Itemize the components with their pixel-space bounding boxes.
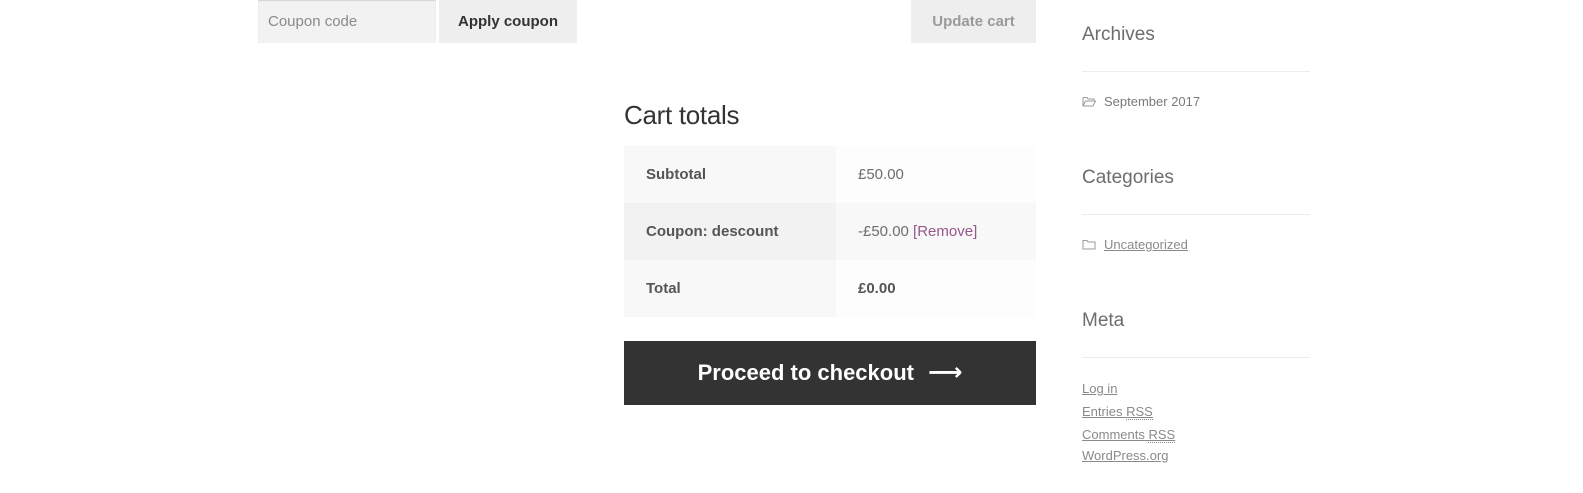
update-cart-button[interactable]: Update cart (911, 0, 1036, 43)
coupon-code-input[interactable] (258, 0, 436, 43)
subtotal-value: £50.00 (836, 146, 1036, 203)
meta-divider (1082, 357, 1310, 358)
total-value: £0.00 (858, 280, 896, 297)
checkout-label: Proceed to checkout (697, 360, 914, 385)
total-label: Total (624, 260, 836, 317)
remove-coupon-link[interactable]: [Remove] (913, 223, 977, 240)
apply-coupon-button[interactable]: Apply coupon (439, 0, 577, 43)
comments-rss-prefix: Comments (1082, 427, 1145, 442)
entries-rss-abbr: RSS (1126, 404, 1153, 420)
categories-divider (1082, 214, 1310, 215)
meta-title: Meta (1082, 310, 1125, 331)
total-row: Total £0.00 (624, 260, 1036, 317)
comments-rss-link[interactable]: Comments RSS (1082, 427, 1176, 443)
proceed-to-checkout-button[interactable]: Proceed to checkout ⟶ (624, 341, 1036, 405)
subtotal-row: Subtotal £50.00 (624, 146, 1036, 203)
cart-totals-title: Cart totals (624, 100, 740, 130)
log-in-link[interactable]: Log in (1082, 381, 1117, 396)
arrow-right-icon: ⟶ (927, 359, 963, 386)
total-cell: £0.00 (836, 260, 1036, 317)
entries-rss-link[interactable]: Entries RSS (1082, 404, 1153, 420)
wordpress-org-link[interactable]: WordPress.org (1082, 448, 1168, 463)
coupon-cell: -£50.00 [Remove] (836, 203, 1036, 260)
categories-title: Categories (1082, 167, 1174, 188)
comments-rss-abbr: RSS (1148, 427, 1176, 443)
entries-rss-prefix: Entries (1082, 404, 1123, 419)
coupon-label: Coupon: descount (624, 203, 836, 260)
archives-item: September 2017 (1082, 94, 1200, 109)
subtotal-label: Subtotal (624, 146, 836, 203)
cart-page: Apply coupon Update cart Cart totals Sub… (0, 0, 1583, 493)
archives-divider (1082, 71, 1310, 72)
category-uncategorized-link[interactable]: Uncategorized (1104, 237, 1188, 252)
coupon-value: -£50.00 (858, 223, 909, 240)
coupon-row: Coupon: descount -£50.00 [Remove] (624, 203, 1036, 260)
categories-item: Uncategorized (1082, 237, 1188, 252)
archive-september-2017[interactable]: September 2017 (1104, 94, 1200, 109)
archives-title: Archives (1082, 24, 1155, 45)
folder-open-icon (1082, 97, 1096, 107)
cart-totals-table: Subtotal £50.00 Coupon: descount -£50.00… (624, 146, 1036, 317)
folder-icon (1082, 240, 1096, 250)
